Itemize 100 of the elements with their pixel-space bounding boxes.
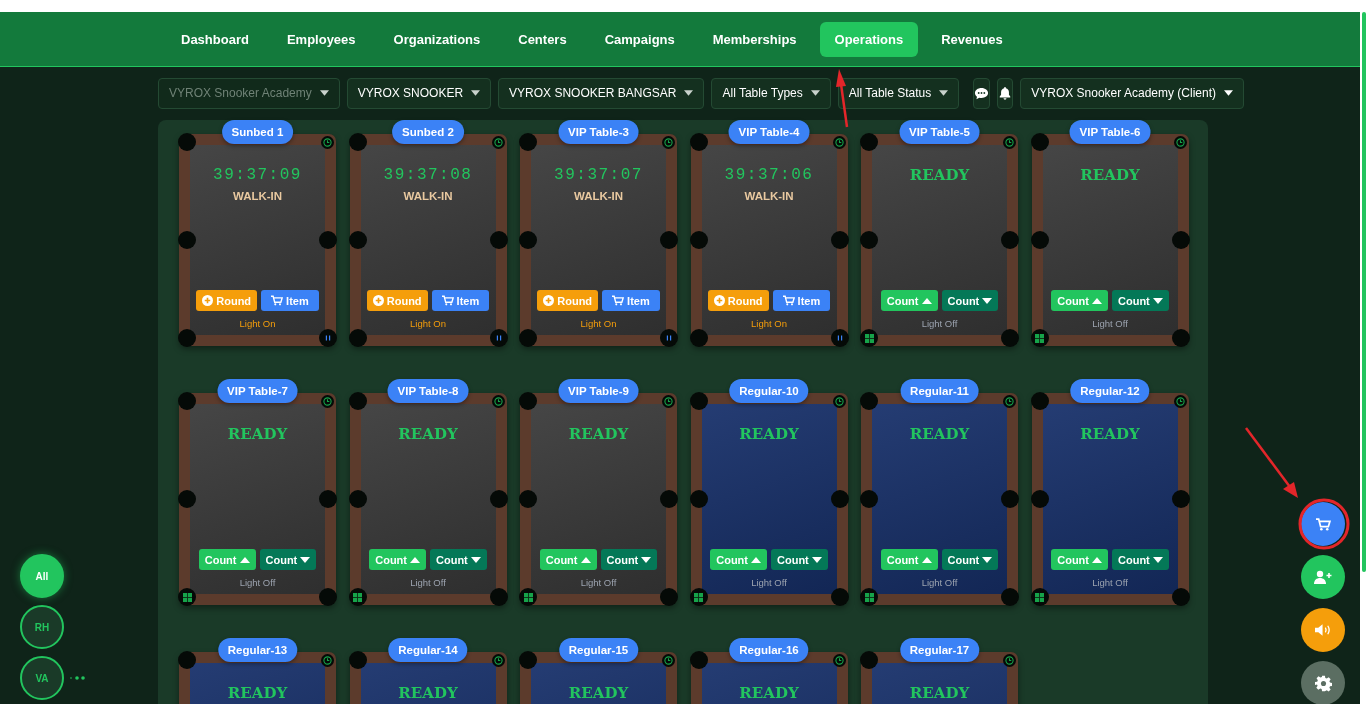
nav-tab[interactable]: Organizations	[378, 21, 496, 57]
cart-icon	[1315, 517, 1331, 531]
nav-tab[interactable]: Campaigns	[589, 21, 690, 57]
pocket	[689, 651, 708, 669]
dots-icon	[70, 676, 86, 680]
light-status: Light Off	[1092, 318, 1128, 329]
pocket	[348, 329, 367, 347]
grid-icon	[182, 592, 192, 602]
pocket	[348, 133, 367, 151]
triangle-down-icon	[1152, 556, 1163, 563]
pocket	[178, 490, 196, 508]
table-name-badge: VIP Table-8	[387, 379, 469, 403]
light-status: Light Off	[921, 318, 958, 329]
table-name-badge: Regular-16	[729, 638, 809, 662]
table-status: READY	[227, 425, 288, 443]
chat-button[interactable]	[973, 77, 991, 109]
cart-icon	[441, 295, 454, 306]
pocket	[1030, 133, 1049, 151]
table-name-badge: VIP Table-9	[558, 379, 639, 403]
table-name-badge: Sunbed 2	[392, 120, 464, 144]
nav-tab[interactable]: Memberships	[697, 21, 812, 57]
triangle-down-icon	[982, 297, 993, 304]
plus-circle-icon	[202, 295, 214, 306]
table-name-badge: Regular-12	[1070, 379, 1150, 403]
filter-dropdown[interactable]: VYROX SNOOKER	[346, 77, 492, 109]
plus-circle-icon	[372, 295, 384, 306]
item-button[interactable]: Item	[431, 290, 490, 311]
table-name-badge: Sunbed 1	[221, 120, 294, 144]
table-status: READY	[1080, 425, 1140, 443]
cart-icon	[782, 295, 795, 306]
session-timer: 39:37:08	[383, 166, 473, 184]
pocket	[1001, 588, 1019, 606]
pocket	[519, 133, 537, 151]
pocket	[1030, 231, 1049, 249]
light-status: Light Off	[410, 577, 446, 588]
grid-icon	[1035, 592, 1044, 602]
annotation-circle	[1298, 498, 1350, 550]
table-name-badge: VIP Table-3	[558, 120, 639, 144]
light-status: Light On	[580, 318, 617, 329]
triangle-down-icon	[982, 556, 993, 563]
table-status: READY	[739, 425, 799, 443]
table-status: READY	[227, 684, 288, 702]
pocket	[860, 392, 878, 410]
triangle-down-icon	[1152, 297, 1163, 304]
nav-tab[interactable]: Revenues	[926, 21, 1018, 57]
item-button[interactable]: Item	[602, 290, 660, 311]
pocket	[1171, 588, 1190, 606]
filter-dropdown[interactable]: All Table Types	[711, 77, 831, 109]
item-button[interactable]: Item	[261, 290, 319, 311]
nav-tab[interactable]: Employees	[271, 21, 371, 57]
pause-icon	[494, 334, 503, 342]
table-status: READY	[739, 684, 799, 702]
pocket	[519, 651, 537, 669]
triangle-down-icon	[641, 556, 652, 563]
pocket	[178, 392, 196, 410]
pocket	[348, 490, 367, 508]
cart-icon	[271, 295, 284, 306]
pocket	[660, 231, 678, 249]
booking-type: WALK-IN	[744, 190, 794, 202]
pocket	[660, 588, 678, 606]
nav-tab[interactable]: Dashboard	[166, 21, 264, 57]
triangle-down-icon	[811, 556, 822, 563]
pocket	[1030, 490, 1049, 508]
triangle-up-icon	[921, 556, 932, 563]
notifications-button[interactable]	[997, 77, 1014, 109]
pocket	[1001, 231, 1019, 249]
table-status: READY	[568, 684, 629, 702]
pocket	[348, 651, 367, 669]
filter-dropdown[interactable]: VYROX SNOOKER BANGSAR	[498, 77, 705, 109]
table-name-badge: Regular-15	[558, 638, 639, 662]
pocket	[1001, 490, 1019, 508]
pocket	[319, 490, 337, 508]
booking-type: WALK-IN	[403, 190, 453, 202]
table-status: READY	[568, 425, 629, 443]
settings-icon	[1314, 674, 1332, 692]
item-button[interactable]: Item	[772, 290, 831, 311]
pocket	[519, 490, 537, 508]
pocket	[1030, 392, 1049, 410]
annotation-arrow	[1245, 427, 1298, 498]
light-status: Light Off	[751, 577, 787, 588]
grid-icon	[353, 592, 362, 602]
filter-dropdown[interactable]: All Table Status	[837, 77, 960, 109]
light-status: Light Off	[921, 577, 958, 588]
triangle-down-icon	[470, 556, 481, 563]
pocket	[348, 231, 367, 249]
annotation-arrow	[836, 69, 849, 128]
grid-icon	[523, 592, 533, 602]
table-name-badge: VIP Table-6	[1069, 120, 1151, 144]
table-name-badge: Regular-17	[899, 638, 980, 662]
caret-icon	[939, 90, 949, 96]
caret-icon	[810, 90, 820, 96]
pocket	[178, 133, 196, 151]
pocket	[519, 392, 537, 410]
grid-icon	[864, 592, 874, 602]
account-dropdown[interactable]: VYROX Snooker Academy (Client)	[1020, 77, 1244, 109]
pause-icon	[835, 334, 844, 342]
pocket	[860, 490, 878, 508]
grid-icon	[864, 333, 874, 343]
nav-tab[interactable]: Centers	[503, 21, 582, 57]
pocket	[689, 329, 708, 347]
